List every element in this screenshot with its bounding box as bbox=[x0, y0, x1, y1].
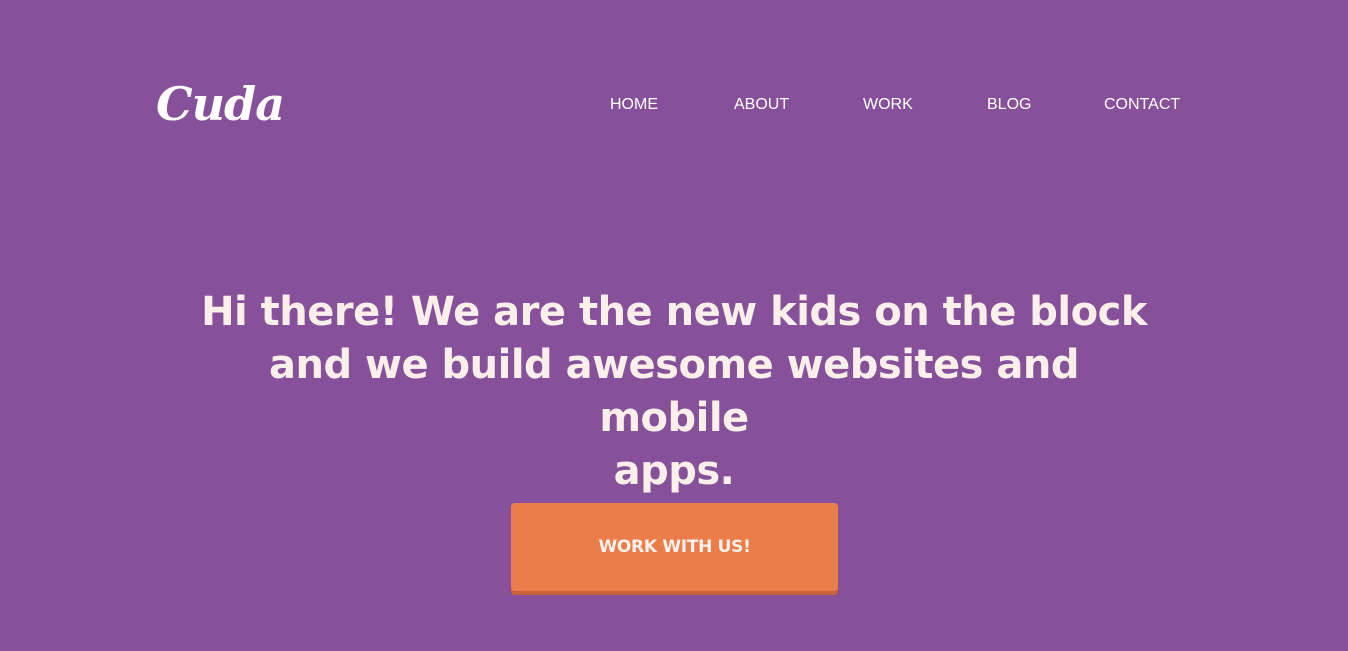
nav-item-work[interactable]: WORK bbox=[863, 94, 913, 116]
hero-headline-line-3: apps. bbox=[613, 448, 735, 494]
hero-headline: Hi there! We are the new kids on the blo… bbox=[200, 286, 1148, 498]
main-nav: HOME ABOUT WORK BLOG CONTACT bbox=[0, 94, 1348, 118]
nav-item-about[interactable]: ABOUT bbox=[734, 94, 789, 116]
nav-item-contact[interactable]: CONTACT bbox=[1104, 94, 1180, 116]
nav-item-home[interactable]: HOME bbox=[610, 94, 658, 116]
site-header: Cuda HOME ABOUT WORK BLOG CONTACT bbox=[0, 0, 1348, 200]
hero-section: Hi there! We are the new kids on the blo… bbox=[200, 286, 1148, 498]
work-with-us-button[interactable]: WORK WITH US! bbox=[511, 503, 838, 591]
hero-headline-line-1: Hi there! We are the new kids on the blo… bbox=[201, 289, 1147, 335]
nav-item-blog[interactable]: BLOG bbox=[987, 94, 1031, 116]
hero-headline-line-2: and we build awesome websites and mobile bbox=[268, 342, 1080, 441]
